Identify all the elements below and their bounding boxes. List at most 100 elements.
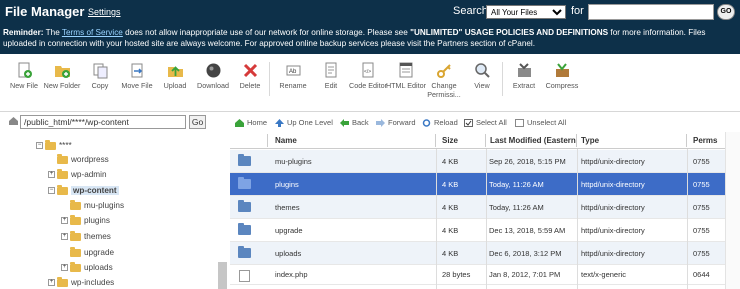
tree-item-themes[interactable]: + themes bbox=[61, 230, 111, 244]
folder-icon bbox=[57, 153, 68, 164]
move-file-label: Move File bbox=[121, 81, 153, 90]
column-header-size[interactable]: Size bbox=[436, 132, 486, 149]
key-icon bbox=[436, 64, 451, 78]
tree-item-wp-content[interactable]: − wp-content bbox=[48, 184, 119, 198]
settings-link[interactable]: Settings bbox=[88, 7, 121, 17]
tree-item-label: themes bbox=[84, 232, 111, 241]
tree-item-plugins[interactable]: + plugins bbox=[61, 214, 110, 228]
tree-item-label: upgrade bbox=[84, 248, 115, 257]
tree-item-wp-admin[interactable]: + wp-admin bbox=[48, 168, 107, 182]
search-go-button[interactable]: GO bbox=[717, 4, 735, 20]
tree-item-label: wp-admin bbox=[71, 170, 107, 179]
delete-icon bbox=[243, 63, 257, 78]
column-divider bbox=[486, 149, 487, 289]
home-label: Home bbox=[247, 118, 268, 127]
path-input[interactable] bbox=[20, 115, 186, 129]
copy-label: Copy bbox=[91, 81, 109, 90]
forward-arrow-icon bbox=[376, 119, 385, 128]
tree-item-mu-plugins[interactable]: mu-plugins bbox=[70, 199, 124, 213]
view-label: View bbox=[474, 81, 490, 90]
column-header-icon[interactable] bbox=[230, 132, 268, 149]
compress-label: Compress bbox=[545, 81, 579, 90]
forward-button[interactable]: Forward bbox=[376, 118, 416, 128]
tree-item-upgrade[interactable]: upgrade bbox=[70, 246, 114, 260]
expand-icon[interactable]: + bbox=[48, 279, 55, 287]
search-label: Search bbox=[453, 5, 488, 17]
view-button[interactable]: View bbox=[458, 62, 506, 90]
folder-icon bbox=[238, 246, 251, 258]
html-editor-icon bbox=[399, 62, 412, 78]
expand-icon[interactable]: + bbox=[48, 171, 55, 179]
app-title: File Manager bbox=[5, 4, 85, 19]
cell-size: 4 KB bbox=[442, 225, 459, 235]
home-icon[interactable] bbox=[8, 116, 19, 126]
column-divider bbox=[577, 149, 578, 289]
column-header-type[interactable]: Type bbox=[577, 132, 687, 149]
column-header-last-modified[interactable]: Last Modified (Eastern E bbox=[486, 132, 577, 149]
reload-button[interactable]: Reload bbox=[422, 118, 458, 127]
new-file-icon bbox=[18, 62, 32, 78]
compress-button[interactable]: Compress bbox=[538, 62, 586, 90]
tree-item-label: **** bbox=[59, 141, 72, 150]
reminder-text-1: The bbox=[45, 28, 60, 37]
folder-icon bbox=[70, 261, 81, 272]
cell-name: themes bbox=[275, 202, 300, 212]
download-label: Download bbox=[197, 81, 229, 90]
expand-icon[interactable]: + bbox=[61, 217, 68, 225]
cell-modified: Dec 13, 2018, 5:59 AM bbox=[489, 225, 566, 235]
back-label: Back bbox=[352, 118, 369, 127]
cell-name: mu-plugins bbox=[275, 156, 312, 166]
up-one-level-button[interactable]: Up One Level bbox=[275, 118, 333, 128]
path-go-button[interactable]: Go bbox=[189, 115, 206, 129]
copy-icon bbox=[93, 63, 107, 79]
cell-name: index.php bbox=[275, 270, 308, 279]
rename-label: Rename bbox=[279, 81, 307, 90]
tree-item-wordpress[interactable]: wordpress bbox=[57, 153, 109, 167]
tree-scrollbar[interactable] bbox=[218, 262, 227, 289]
folder-icon bbox=[57, 184, 68, 195]
table-row[interactable]: mu-plugins 4 KB Sep 26, 2018, 5:15 PM ht… bbox=[230, 150, 725, 173]
cell-size: 4 KB bbox=[442, 179, 459, 189]
table-scrollbar[interactable] bbox=[725, 132, 740, 289]
navigation-bar: Home Up One Level Back Forward Reload Se… bbox=[230, 114, 740, 132]
collapse-icon[interactable]: − bbox=[36, 142, 43, 150]
unselect-all-button[interactable]: Unselect All bbox=[515, 118, 566, 128]
delete-button[interactable]: Delete bbox=[226, 62, 274, 90]
folder-icon bbox=[238, 200, 251, 212]
search-scope-select[interactable]: All Your Files bbox=[486, 5, 566, 19]
back-button[interactable]: Back bbox=[340, 118, 369, 128]
edit-icon bbox=[325, 62, 336, 78]
home-icon bbox=[235, 119, 244, 128]
expand-icon[interactable]: + bbox=[61, 233, 68, 241]
change-permissions-label: Change Permissi... bbox=[427, 81, 461, 99]
cell-modified: Today, 11:26 AM bbox=[489, 179, 544, 189]
table-row[interactable]: themes 4 KB Today, 11:26 AM httpd/unix-d… bbox=[230, 196, 725, 219]
collapse-icon[interactable]: − bbox=[48, 187, 55, 195]
select-all-button[interactable]: Select All bbox=[464, 118, 507, 128]
column-header-perms[interactable]: Perms bbox=[687, 132, 725, 149]
cell-name: plugins bbox=[275, 179, 299, 189]
tree-item-uploads[interactable]: + uploads bbox=[61, 261, 113, 275]
tree-item-label: plugins bbox=[84, 216, 110, 225]
reload-label: Reload bbox=[434, 118, 458, 127]
cell-size: 4 KB bbox=[442, 248, 459, 258]
search-input[interactable] bbox=[588, 4, 714, 20]
cell-size: 4 KB bbox=[442, 202, 459, 212]
forward-label: Forward bbox=[388, 118, 416, 127]
terms-of-service-link[interactable]: Terms of Service bbox=[62, 28, 123, 37]
table-row[interactable]: uploads 4 KB Dec 6, 2018, 3:12 PM httpd/… bbox=[230, 242, 725, 265]
table-row[interactable]: upgrade 4 KB Dec 13, 2018, 5:59 AM httpd… bbox=[230, 219, 725, 242]
column-header-name[interactable]: Name bbox=[268, 132, 436, 149]
upload-icon bbox=[167, 66, 183, 77]
toolbar: New File New Folder Copy Move File Uploa… bbox=[0, 54, 740, 112]
up-one-level-label: Up One Level bbox=[287, 118, 333, 127]
tree-item-root[interactable]: − **** bbox=[36, 139, 72, 153]
table-row-selected[interactable]: plugins 4 KB Today, 11:26 AM httpd/unix-… bbox=[230, 173, 725, 196]
home-button[interactable]: Home bbox=[235, 118, 268, 128]
expand-icon[interactable]: + bbox=[61, 264, 68, 272]
cell-name: upgrade bbox=[275, 225, 303, 235]
tree-item-label: uploads bbox=[84, 263, 113, 272]
tree-item-wp-includes[interactable]: + wp-includes bbox=[48, 276, 114, 289]
download-icon bbox=[206, 63, 220, 78]
table-row[interactable]: index.php 28 bytes Jan 8, 2012, 7:01 PM … bbox=[230, 265, 725, 285]
